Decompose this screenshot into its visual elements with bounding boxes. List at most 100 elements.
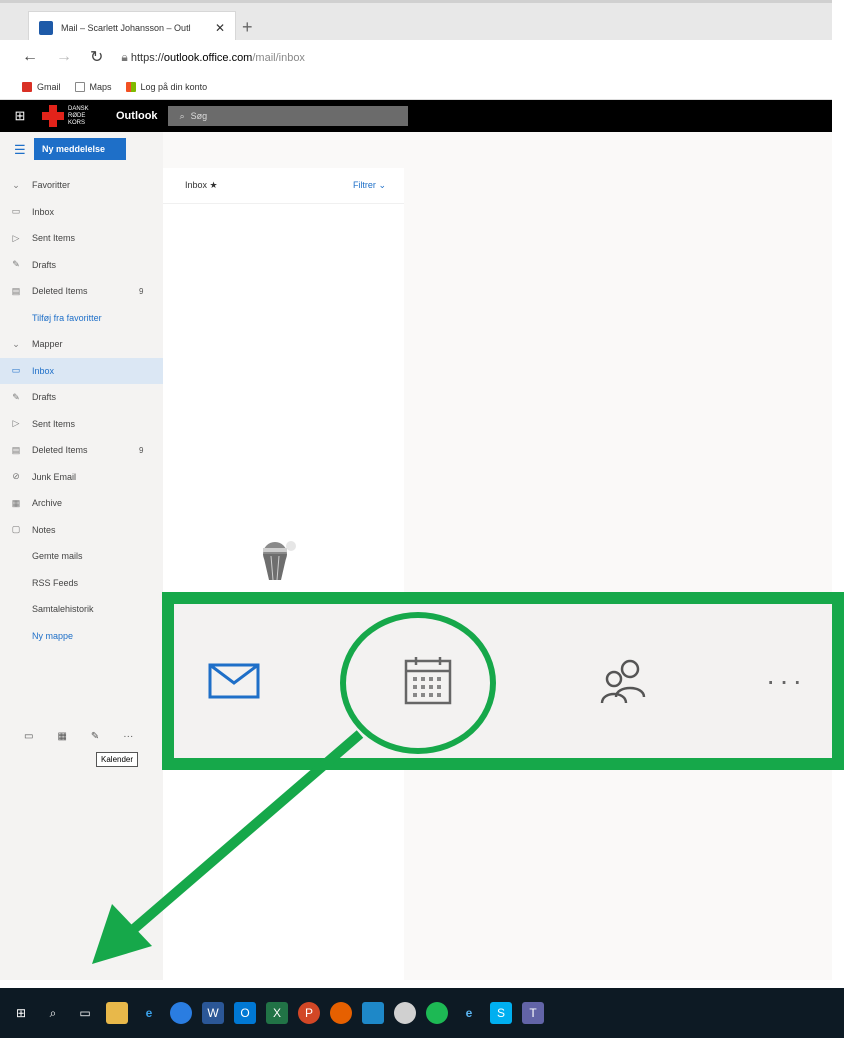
- edge-icon[interactable]: e: [138, 1002, 160, 1024]
- file-explorer-icon[interactable]: [106, 1002, 128, 1024]
- sent-icon: ▷: [12, 232, 20, 243]
- windows-taskbar: ⊞ ⌕ ▭ e W O X P e S T: [0, 988, 844, 1038]
- filter-button[interactable]: Filtrer ⌄: [353, 180, 386, 191]
- app-name[interactable]: Outlook: [116, 110, 158, 122]
- firefox-icon[interactable]: [330, 1002, 352, 1024]
- folder-item[interactable]: ✎ Drafts: [0, 384, 163, 411]
- hamburger-icon[interactable]: ☰: [14, 142, 26, 158]
- refresh-icon[interactable]: ↻: [90, 47, 103, 67]
- outlook-icon[interactable]: O: [234, 1002, 256, 1024]
- folder-label: Tilføj fra favoritter: [32, 312, 102, 323]
- section-folders[interactable]: ⌄ Mapper: [0, 331, 163, 358]
- url-scheme: https://: [130, 51, 164, 64]
- url-path: /mail/inbox: [252, 51, 305, 64]
- zoomed-module-bar: ···: [162, 592, 844, 770]
- new-folder-link[interactable]: Ny mappe: [0, 623, 163, 650]
- folder-item[interactable]: ▷ Sent Items: [0, 411, 163, 438]
- star-icon[interactable]: ★: [210, 180, 218, 190]
- windows-start-icon[interactable]: ⊞: [10, 1002, 32, 1024]
- microsoft-icon: [125, 81, 136, 92]
- favorite-login[interactable]: Log på din konto: [125, 81, 208, 92]
- folder-pane: ☰ Ny meddelelse ⌄ Favoritter ▭ Inbox ▷ Sent…: [0, 132, 163, 980]
- folder-label: Mapper: [32, 339, 63, 350]
- chrome-icon[interactable]: [170, 1002, 192, 1024]
- favorite-label: Maps: [89, 81, 112, 92]
- search-icon: ⌕: [179, 110, 185, 121]
- screenshot: Mail – Scarlett Johansson – Outl ✕ + ← →…: [0, 0, 844, 1038]
- folder-label: Samtalehistorik: [32, 604, 94, 615]
- forward-icon[interactable]: →: [56, 48, 72, 66]
- folder-item[interactable]: ✎ Drafts: [0, 252, 163, 279]
- favorites-bar: Gmail Maps Log på din konto: [0, 74, 832, 100]
- favorite-label: Log på din konto: [140, 81, 208, 92]
- empty-inbox-illustration: [263, 541, 296, 581]
- task-view-icon[interactable]: ▭: [74, 1002, 96, 1024]
- folder-label: RSS Feeds: [32, 577, 79, 588]
- word-icon[interactable]: W: [202, 1002, 224, 1024]
- folder-item[interactable]: ▦ Archive: [0, 490, 163, 517]
- folder-item[interactable]: ▢ Notes: [0, 517, 163, 544]
- folder-list: ⌄ Favoritter ▭ Inbox ▷ Sent Items ✎ Drafts ▤…: [0, 172, 163, 649]
- search-input[interactable]: ⌕ Søg: [167, 106, 408, 126]
- pencil-icon: ✎: [12, 259, 20, 270]
- folder-item[interactable]: ▤ Deleted Items 9: [0, 437, 163, 464]
- folder-label: Notes: [32, 524, 56, 535]
- mail-icon: [208, 663, 260, 699]
- url-field[interactable]: 🔒︎ https://outlook.office.com/mail/inbox: [121, 50, 305, 65]
- org-text: DANSK RØDE KORS: [68, 105, 89, 126]
- folder-label: Archive: [32, 498, 63, 509]
- internet-explorer-icon[interactable]: e: [458, 1002, 480, 1024]
- archive-icon: ▦: [11, 497, 21, 508]
- people-icon: [600, 659, 646, 704]
- spotify-icon[interactable]: [426, 1002, 448, 1024]
- folder-item[interactable]: RSS Feeds: [0, 570, 163, 597]
- folder-label: Junk Email: [32, 471, 77, 482]
- excel-icon[interactable]: X: [266, 1002, 288, 1024]
- folder-item[interactable]: Gemte mails: [0, 543, 163, 570]
- search-icon[interactable]: ⌕: [42, 1002, 64, 1024]
- favorite-label: Gmail: [37, 81, 61, 92]
- favorite-gmail[interactable]: Gmail: [22, 81, 61, 92]
- folder-title: Inbox: [185, 180, 208, 190]
- people-module-button[interactable]: [584, 604, 664, 758]
- sent-icon: ▷: [12, 418, 20, 429]
- teams-icon[interactable]: T: [522, 1002, 544, 1024]
- more-module-button[interactable]: ···: [746, 604, 826, 758]
- folder-item[interactable]: Samtalehistorik: [0, 596, 163, 623]
- more-icon[interactable]: ···: [123, 731, 133, 742]
- trash-icon: ▤: [11, 285, 21, 296]
- message-list: Inbox ★ Filtrer ⌄: [163, 168, 404, 980]
- browser-tab[interactable]: Mail – Scarlett Johansson – Outl ✕: [28, 11, 236, 43]
- mail-module-button[interactable]: [194, 604, 274, 758]
- mail-icon[interactable]: ▭: [24, 731, 33, 742]
- app-icon[interactable]: [394, 1002, 416, 1024]
- favorite-maps[interactable]: Maps: [74, 81, 112, 92]
- people-icon[interactable]: ✎: [91, 731, 99, 742]
- chevron-down-icon: ⌄: [378, 180, 386, 190]
- new-tab-icon[interactable]: +: [242, 17, 253, 38]
- powerpoint-icon[interactable]: P: [298, 1002, 320, 1024]
- new-message-button[interactable]: Ny meddelelse: [34, 138, 126, 160]
- highlight-circle: [340, 612, 496, 754]
- org-logo[interactable]: DANSK RØDE KORS: [42, 105, 96, 127]
- url-host: outlook.office.com: [163, 51, 253, 64]
- folder-item[interactable]: ▤ Deleted Items 9: [0, 278, 163, 305]
- folder-label: Sent Items: [32, 418, 76, 429]
- add-favorite-link[interactable]: Tilføj fra favoritter: [0, 305, 163, 332]
- calendar-icon[interactable]: ▦: [57, 731, 66, 742]
- app-icon[interactable]: [362, 1002, 384, 1024]
- folder-label: Drafts: [32, 259, 57, 270]
- folder-title-wrap: Inbox ★: [185, 180, 218, 191]
- folder-item[interactable]: ⊘ Junk Email: [0, 464, 163, 491]
- chevron-down-icon: ⌄: [12, 179, 20, 190]
- back-icon[interactable]: ←: [22, 48, 38, 66]
- folder-item-selected[interactable]: ▭ Inbox: [0, 357, 163, 384]
- close-tab-icon[interactable]: ✕: [215, 21, 225, 35]
- browser-tab-bar: Mail – Scarlett Johansson – Outl ✕ +: [0, 0, 832, 43]
- folder-item[interactable]: ▭ Inbox: [0, 199, 163, 226]
- main-area: Inbox ★ Filtrer ⌄: [163, 132, 832, 980]
- app-launcher-icon[interactable]: ⊞: [0, 108, 40, 124]
- folder-item[interactable]: ▷ Sent Items: [0, 225, 163, 252]
- skype-icon[interactable]: S: [490, 1002, 512, 1024]
- section-favorites[interactable]: ⌄ Favoritter: [0, 172, 163, 199]
